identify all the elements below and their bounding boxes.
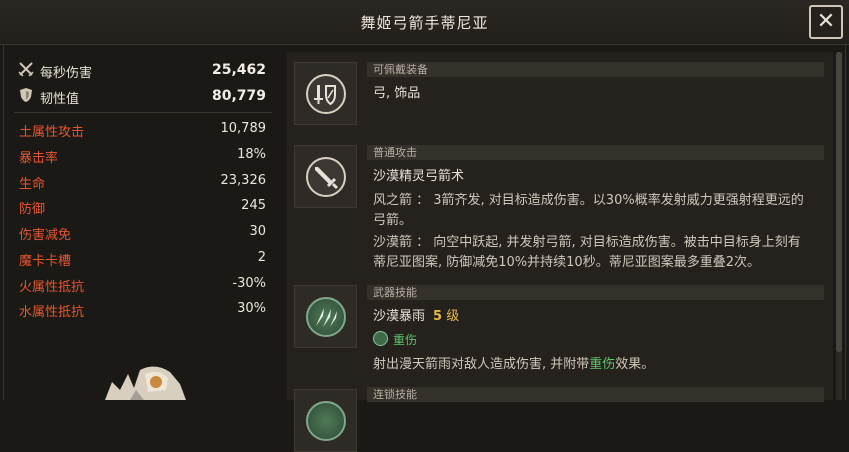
equip-section: 可佩戴装备 弓, 饰品 [287,52,827,137]
stat-value: 30% [237,301,266,317]
stat-label: 暴击率 [19,151,59,167]
stat-label: 生命 [19,176,46,192]
stat-label: 火属性抵抗 [19,279,85,295]
stat-label: 每秒伤害 [40,66,93,81]
stat-value: -30% [232,275,266,291]
weapon-skill-section: 武器技能 沙漠暴雨 5 级 重伤 射出漫天箭雨对敌人造成伤害, 并附带重伤效果。 [287,285,827,385]
desc-text: 射出漫天箭雨对敌人造成伤害, 并附带 [373,357,590,372]
skill-level: 5 级 [433,309,459,324]
stat-value: 2 [257,249,266,265]
stats-panel: 每秒伤害 25,462 韧性值 80,779 土属性攻击 10,789 暴击率 … [14,58,272,323]
divider [14,112,272,114]
stat-crit-rate: 暴击率 18% [14,143,272,169]
stat-toughness: 韧性值 80,779 [14,84,272,110]
weapon-skill-icon-box [294,285,357,348]
stat-value: 30 [249,224,266,240]
stat-card-slots: 魔卡卡槽 2 [14,246,272,272]
title-bar: 舞姬弓箭手蒂尼亚 ✕ [0,0,849,45]
skill-title: 沙漠暴雨 5 级 [373,305,459,324]
stat-damage-reduction: 伤害减免 30 [14,220,272,246]
desc-text: 效果。 [615,357,655,372]
skill-level-number: 5 [433,309,443,324]
shield-icon [20,87,32,102]
chain-skill-icon [306,401,346,441]
skill-level-unit: 级 [446,309,460,324]
stat-hp: 生命 23,326 [14,169,272,195]
chain-skill-icon-box [294,389,357,452]
stat-fire-resist: 火属性抵抗 -30% [14,272,272,298]
sword-icon [306,157,346,197]
normal-attack-section: 普通攻击 沙漠精灵弓箭术 风之箭 ： 3箭齐发, 对目标造成伤害。以30%概率发… [287,137,827,285]
stat-label: 伤害减免 [19,228,72,244]
skill-name: 沙漠精灵弓箭术 [373,169,465,184]
desc-highlight: 重伤 [589,357,616,372]
chain-skill-section: 连锁技能 [287,385,827,452]
stat-value: 10,789 [220,121,267,137]
close-icon: ✕ [816,9,836,34]
stat-water-resist: 水属性抵抗 30% [14,297,272,323]
stat-label: 魔卡卡槽 [19,253,72,269]
stat-defense: 防御 245 [14,194,272,220]
skill-desc-line: 沙漠箭 ： 向空中跃起, 并发射弓箭, 对目标造成伤害。被击中目标身上刻有 [373,235,801,250]
effect-label[interactable]: 重伤 [393,331,417,348]
stat-value: 25,462 [211,62,266,78]
skill-description: 射出漫天箭雨对敌人造成伤害, 并附带重伤效果。 [373,353,654,372]
stat-value: 80,779 [211,87,266,104]
stat-dps: 每秒伤害 25,462 [14,58,272,84]
character-sprite [105,366,186,400]
stat-label: 水属性抵抗 [19,305,85,321]
section-header: 可佩戴装备 [367,62,824,77]
effect-icon [373,331,388,346]
stat-label: 土属性攻击 [19,125,85,141]
section-header: 武器技能 [367,285,824,300]
stat-label: 防御 [19,202,46,218]
crossed-swords-icon [18,62,34,77]
stat-label: 韧性值 [40,91,80,107]
scrollbar[interactable] [836,52,842,400]
scrollbar-thumb[interactable] [836,52,842,352]
stat-value: 18% [237,147,266,163]
stat-value: 23,326 [220,172,267,188]
equip-types: 弓, 饰品 [373,86,421,101]
window-title: 舞姬弓箭手蒂尼亚 [360,14,489,32]
normal-attack-icon-box [294,145,357,208]
equip-icon-box [294,62,357,125]
sword-shield-icon [306,74,346,114]
section-header: 普通攻击 [367,145,824,160]
arrow-rain-icon [306,297,346,337]
skill-desc-line: 蒂尼亚图案, 防御减免10%并持续10秒。蒂尼亚图案最多重叠2次。 [373,255,760,270]
skill-desc-line: 弓箭。 [373,213,413,228]
stat-earth-attack: 土属性攻击 10,789 [14,117,272,143]
skill-desc-line: 风之箭 ： 3箭齐发, 对目标造成伤害。以30%概率发射威力更强射程更远的 [373,193,804,208]
skill-name: 沙漠暴雨 [373,309,426,324]
stat-value: 245 [241,198,266,214]
close-button[interactable]: ✕ [809,5,843,39]
